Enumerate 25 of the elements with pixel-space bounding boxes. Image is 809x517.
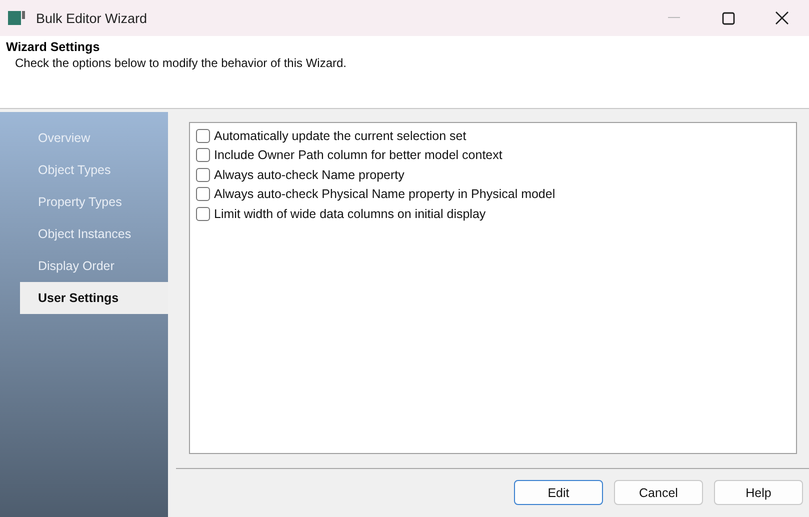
sidebar-item[interactable]: Object Types	[20, 154, 168, 186]
checkbox[interactable]	[196, 206, 210, 221]
option-label: Include Owner Path column for better model context	[214, 148, 502, 162]
option-label: Always auto-check Name property	[214, 168, 404, 182]
checkbox[interactable]	[196, 168, 210, 182]
dialog-button[interactable]: Help	[714, 480, 803, 505]
header-title: Wizard Settings	[6, 40, 101, 54]
dialog-button[interactable]: Edit	[514, 480, 603, 505]
header-description: Check the options below to modify the behavior of this Wizard.	[15, 56, 348, 70]
option-label: Limit width of wide data columns on initial display	[214, 206, 486, 221]
checkbox[interactable]	[196, 187, 210, 202]
window-title: Bulk Editor Wizard	[36, 10, 148, 26]
option-label: Always auto-check Physical Name property in Physical model	[214, 187, 556, 202]
checkbox[interactable]	[196, 148, 210, 162]
sidebar-item[interactable]: Object Instances	[20, 218, 168, 250]
dialog-button[interactable]: Cancel	[614, 480, 703, 505]
sidebar-item[interactable]: User Settings	[20, 282, 168, 314]
sidebar-item[interactable]: Property Types	[20, 186, 168, 218]
option-label: Automatically update the current selection set	[214, 128, 466, 143]
app-icon	[8, 11, 26, 25]
sidebar-item[interactable]: Display Order	[20, 250, 168, 282]
checkbox[interactable]	[196, 128, 210, 143]
sidebar-item[interactable]: Overview	[20, 122, 168, 154]
maximize-icon[interactable]	[722, 12, 734, 24]
close-icon[interactable]	[775, 11, 789, 25]
